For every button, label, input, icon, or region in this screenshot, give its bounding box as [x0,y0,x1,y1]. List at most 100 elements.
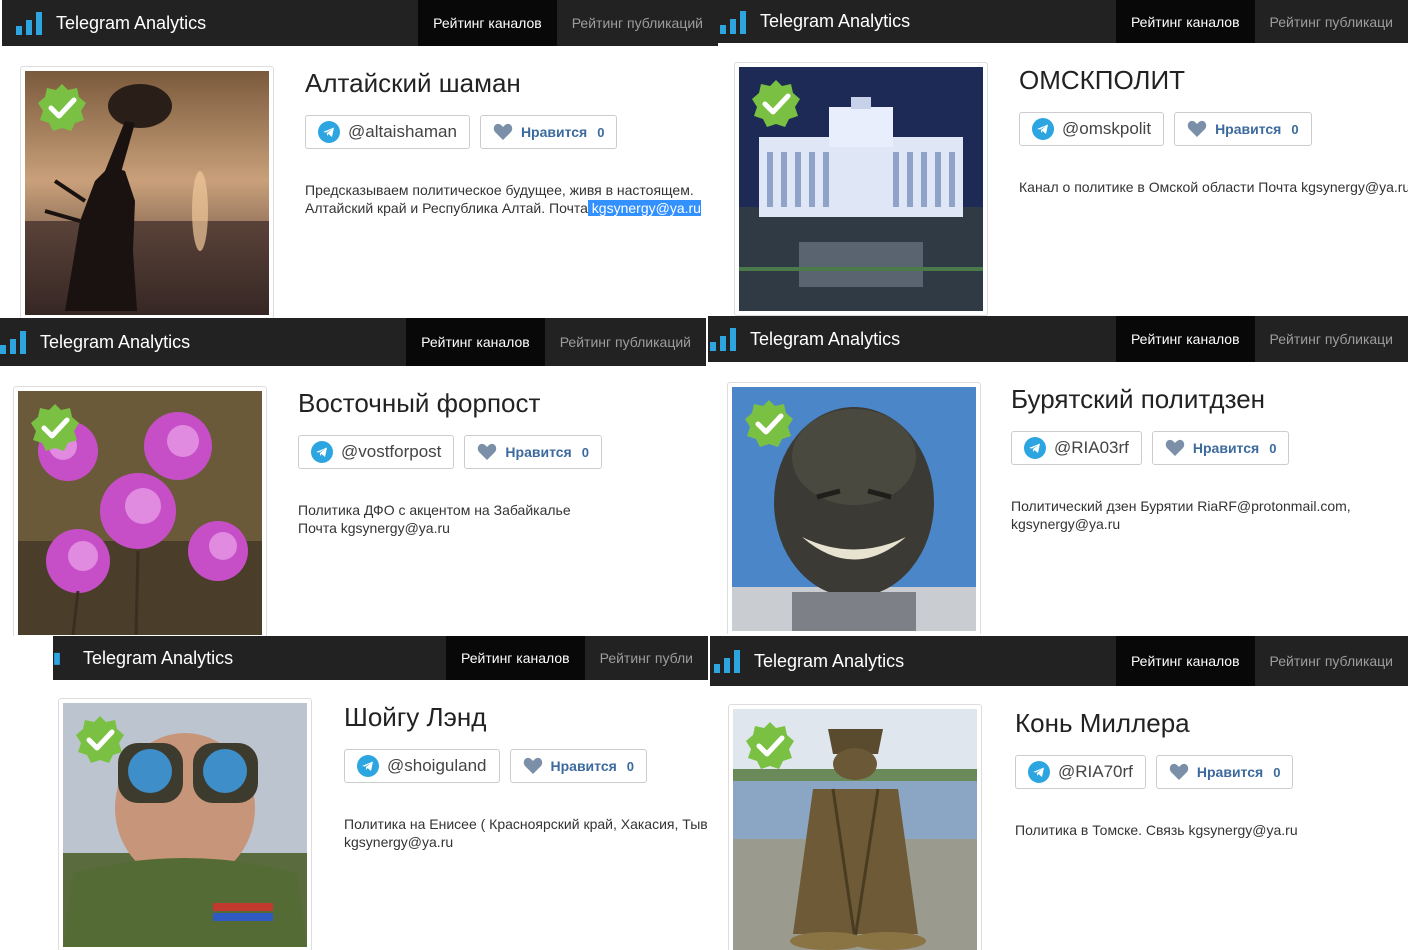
brand-name: Telegram Analytics [83,647,234,668]
like-button[interactable]: Нравится 0 [464,435,602,469]
avatar-frame [13,386,267,636]
heart-icon [1165,439,1185,456]
navbar: Telegram Analytics Рейтинг каналов Рейти… [708,316,1408,362]
channel-avatar[interactable] [63,703,307,947]
tab-post-rating[interactable]: Рейтинг публикаци [1255,0,1408,43]
brand[interactable]: Telegram Analytics [708,316,900,362]
navbar: Telegram Analytics Рейтинг каналов Рейти… [710,636,1408,686]
avatar-frame [728,704,982,950]
telegram-icon [1028,761,1050,783]
like-count: 0 [597,124,605,140]
channel-card-omskpolit: Telegram Analytics Рейтинг каналов Рейти… [718,0,1408,316]
like-count: 0 [1269,440,1277,456]
channel-avatar[interactable] [739,67,983,311]
like-button[interactable]: Нравится 0 [479,115,618,149]
tab-channel-rating[interactable]: Рейтинг каналов [1115,636,1255,686]
channel-description: Предсказываем политическое будущее, живя… [305,182,701,216]
channel-card-altaishaman: Telegram Analytics Рейтинг каналов Рейти… [0,0,718,318]
channel-handle: @shoiguland [387,756,487,775]
channel-description: Политика на Енисее ( Красноярский край, … [344,816,708,850]
like-button[interactable]: Нравится 0 [1151,431,1290,465]
navbar: Telegram Analytics Рейтинг каналов Рейти… [718,0,1408,43]
brand[interactable]: Telegram Analytics [718,0,910,43]
tab-post-rating[interactable]: Рейтинг публи [585,636,708,680]
verified-badge-icon [76,716,124,763]
channel-description: Политика в Томске. Связь kgsynergy@ya.ru [1015,822,1298,838]
brand[interactable]: Telegram Analytics [2,0,206,46]
verified-badge-icon [31,404,79,451]
channel-card-vostforpost: Telegram Analytics Рейтинг каналов Рейти… [0,318,706,636]
like-button[interactable]: Нравится 0 [1174,112,1312,146]
telegram-link-button[interactable]: @altaishaman [305,115,470,149]
like-label: Нравится [1196,764,1264,780]
brand-name: Telegram Analytics [56,12,207,33]
tab-post-rating[interactable]: Рейтинг публикаций [557,0,718,46]
like-button[interactable]: Нравится 0 [1155,755,1294,789]
tab-channel-rating[interactable]: Рейтинг каналов [406,318,545,366]
telegram-link-button[interactable]: @omskpolit [1019,112,1165,146]
heart-icon [1187,120,1207,137]
channel-description: Политика ДФО с акцентом на Забайкалье По… [298,502,571,536]
channel-avatar[interactable] [733,709,977,950]
channel-description: Канал о политике в Омской области Почта … [1019,179,1408,195]
bar-chart-logo-icon [710,328,736,351]
channel-title: Шойгу Лэнд [344,702,487,732]
like-label: Нравится [550,758,617,774]
channel-title: Бурятский политдзен [1011,384,1266,414]
channel-avatar[interactable] [18,391,262,635]
channel-avatar[interactable] [732,387,976,631]
tab-post-rating[interactable]: Рейтинг публикаци [1255,636,1408,686]
channel-handle: @altaishaman [348,122,457,141]
bar-chart-logo-icon [16,12,42,35]
channel-handle: @omskpolit [1062,119,1152,138]
selected-text: kgsynergy@ya.ru [587,200,701,216]
like-count: 0 [581,444,589,460]
like-label: Нравится [1192,440,1260,456]
channel-description: Политический дзен Бурятии RiaRF@protonma… [1011,498,1351,532]
heart-icon [1169,763,1189,780]
telegram-link-button[interactable]: @RIA03rf [1011,431,1142,465]
brand-name: Telegram Analytics [754,650,905,671]
telegram-link-button[interactable]: @vostforpost [298,435,455,469]
channel-title: Алтайский шаман [305,68,521,98]
brand[interactable]: Telegram Analytics [0,318,190,366]
telegram-link-button[interactable]: @shoiguland [344,749,500,783]
brand-name: Telegram Analytics [40,331,191,352]
bar-chart-logo-icon [0,331,26,354]
tab-channel-rating[interactable]: Рейтинг каналов [1115,0,1255,43]
like-count: 0 [1273,764,1281,780]
verified-badge-icon [752,80,800,127]
channel-card-shoiguland: Telegram Analytics Рейтинг каналов Рейти… [53,636,708,950]
like-label: Нравится [1215,121,1282,137]
brand-name: Telegram Analytics [750,328,901,349]
like-count: 0 [1291,121,1299,137]
avatar-frame [727,382,981,634]
navbar: Telegram Analytics Рейтинг каналов Рейти… [53,636,708,680]
brand[interactable]: Telegram Analytics [710,636,904,686]
like-button[interactable]: Нравится 0 [509,749,648,783]
heart-icon [478,443,497,460]
tab-channel-rating[interactable]: Рейтинг каналов [1115,316,1255,362]
navbar: Telegram Analytics Рейтинг каналов Рейти… [0,318,706,366]
channel-title: ОМСКПОЛИТ [1019,65,1186,95]
brand[interactable]: Telegram Analytics [53,636,233,680]
telegram-icon [1024,437,1046,459]
channel-title: Конь Миллера [1015,708,1190,738]
avatar-frame [20,66,274,318]
bar-chart-logo-icon [720,10,746,34]
telegram-link-button[interactable]: @RIA70rf [1015,755,1146,789]
bar-chart-logo-icon [54,652,60,665]
bar-chart-logo-icon [714,650,740,673]
telegram-icon [1032,118,1054,140]
telegram-icon [357,755,379,777]
verified-badge-icon [746,722,794,769]
channel-handle: @vostforpost [341,442,442,461]
channel-avatar[interactable] [25,71,269,315]
navbar: Telegram Analytics Рейтинг каналов Рейти… [2,0,718,46]
tab-post-rating[interactable]: Рейтинг публикаций [545,318,706,366]
tab-post-rating[interactable]: Рейтинг публикаци [1255,316,1408,362]
like-count: 0 [626,758,635,774]
tab-channel-rating[interactable]: Рейтинг каналов [418,0,557,46]
tab-channel-rating[interactable]: Рейтинг каналов [446,636,585,680]
avatar-frame [58,698,312,950]
